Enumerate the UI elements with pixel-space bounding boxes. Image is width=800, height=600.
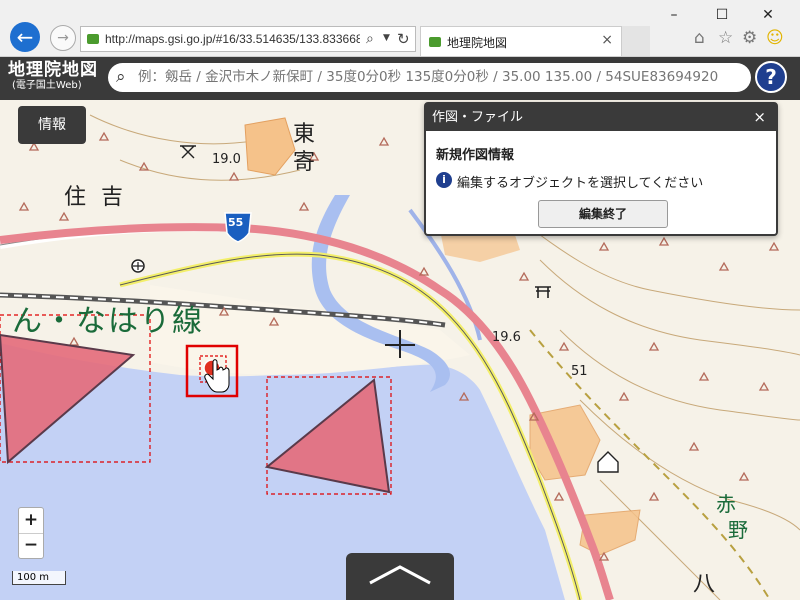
window-minimize-button[interactable]: – — [656, 4, 692, 26]
close-icon[interactable]: × — [753, 104, 766, 131]
tab-title: 地理院地図 — [447, 36, 508, 50]
elevation-label: 19.0 — [212, 152, 241, 167]
forward-button[interactable]: → — [50, 25, 76, 51]
place-label-no: 野 — [728, 518, 748, 542]
zoom-in-button[interactable]: + — [19, 508, 43, 534]
window-close-button[interactable]: ✕ — [750, 4, 786, 26]
contour-line — [89, 114, 261, 145]
refresh-icon[interactable]: ↻ — [397, 30, 410, 48]
forward-icon: → — [57, 30, 69, 46]
elevation-label: 51 — [571, 364, 588, 379]
place-label-aka: 赤 — [716, 492, 736, 516]
zoom-out-button[interactable]: − — [19, 533, 43, 558]
site-favicon-icon — [87, 34, 99, 44]
gear-icon[interactable]: ⚙ — [742, 28, 757, 48]
tab-close-icon[interactable]: × — [601, 32, 613, 48]
back-button[interactable]: ← — [10, 22, 40, 52]
building-symbol — [597, 451, 619, 473]
new-tab-button[interactable] — [622, 26, 650, 56]
drawing-panel: 作図・ファイル × 新規作図情報 i 編集するオブジェクトを選択してください 編… — [424, 102, 778, 236]
search-icon[interactable]: ⌕ — [116, 67, 126, 87]
address-bar[interactable]: http://maps.gsi.go.jp/#16/33.514635/133.… — [80, 26, 416, 52]
search-icon[interactable]: ⌕ — [366, 31, 374, 47]
info-icon: i — [436, 172, 452, 188]
panel-title: 作図・ファイル — [432, 110, 524, 125]
chevron-up-icon — [369, 565, 431, 585]
building-area — [244, 117, 296, 176]
logo-subtitle: (電子国土Web) — [12, 80, 82, 91]
panel-message: 編集するオブジェクトを選択してください — [457, 176, 704, 191]
place-label-hachi: 八 — [693, 572, 716, 597]
contour-line — [559, 329, 800, 421]
place-label-sumiyoshi: 住 吉 — [64, 185, 127, 210]
end-editing-button[interactable]: 編集終了 — [538, 200, 668, 228]
panel-heading: 新規作図情報 — [436, 148, 515, 163]
smiley-icon[interactable]: ☺ — [766, 28, 784, 48]
chevron-down-icon[interactable]: ▼ — [383, 33, 390, 43]
browser-chrome: – ☐ ✕ ← → http://maps.gsi.go.jp/#16/33.5… — [0, 0, 800, 57]
address-url[interactable]: http://maps.gsi.go.jp/#16/33.514635/133.… — [105, 32, 360, 46]
logo-title: 地理院地図 — [8, 60, 98, 80]
tab-gsi-map[interactable]: 地理院地図 × — [420, 26, 622, 56]
zoom-control: + − — [18, 507, 44, 559]
tab-favicon-icon — [429, 37, 441, 47]
place-label-yose: 寄 — [293, 150, 316, 175]
shrine-symbol — [535, 286, 551, 298]
map-canvas[interactable]: 東 寄 住 吉 桜浜 55 ん・なはり線 19.0 19.6 51 赤 野 八 … — [0, 100, 800, 600]
search-box[interactable]: ⌕ — [108, 63, 751, 92]
elevation-label: 19.6 — [492, 330, 521, 345]
app-header: 地理院地図 (電子国土Web) ⌕ ? — [0, 57, 800, 100]
help-button[interactable]: ? — [755, 61, 787, 93]
railway-line-label: ん・なはり線 — [12, 304, 204, 339]
info-button[interactable]: 情報 — [18, 106, 86, 144]
school-symbol — [180, 145, 196, 159]
route-number-label: 55 — [228, 216, 244, 229]
scale-bar: 100 m — [12, 571, 66, 585]
star-icon[interactable]: ☆ — [718, 28, 733, 48]
search-input[interactable] — [138, 66, 746, 88]
expand-panel-button[interactable] — [346, 553, 454, 600]
home-icon[interactable]: ⌂ — [694, 28, 705, 48]
app-logo[interactable]: 地理院地図 (電子国土Web) — [8, 60, 98, 92]
back-icon: ← — [16, 25, 34, 49]
panel-header: 作図・ファイル × — [426, 104, 776, 131]
window-maximize-button[interactable]: ☐ — [704, 4, 740, 26]
